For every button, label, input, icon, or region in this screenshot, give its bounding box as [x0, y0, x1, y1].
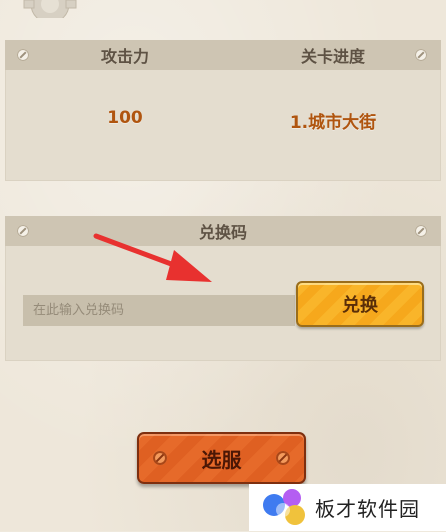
redeem-code-input[interactable]: [23, 295, 295, 326]
progress-label: 关卡进度: [300, 47, 365, 66]
select-server-button[interactable]: 选服: [137, 432, 306, 484]
nail-icon: [276, 451, 290, 465]
bolt-icon: [17, 225, 29, 237]
attack-value: 100: [107, 108, 143, 128]
watermark-text: 板才软件园: [315, 497, 420, 521]
watermark: 板才软件园: [249, 484, 446, 531]
stats-header: 攻击力 关卡进度: [5, 40, 441, 70]
exchange-button[interactable]: 兑换: [296, 281, 424, 327]
nail-icon: [153, 451, 167, 465]
watermark-logo: [261, 488, 309, 528]
arrow-icon: [93, 233, 212, 282]
gear-icon: [22, 0, 78, 18]
redeem-panel: 兑换码 兑换: [5, 216, 441, 361]
attack-label: 攻击力: [100, 47, 149, 66]
bolt-icon: [17, 49, 29, 61]
progress-value: 1.城市大街: [289, 113, 377, 133]
stats-panel: 攻击力 关卡进度 100 1.城市大街: [5, 40, 441, 181]
bolt-icon: [415, 49, 427, 61]
bolt-icon: [415, 225, 427, 237]
select-server-label: 选服: [201, 447, 242, 472]
redeem-header: 兑换码: [5, 216, 441, 246]
